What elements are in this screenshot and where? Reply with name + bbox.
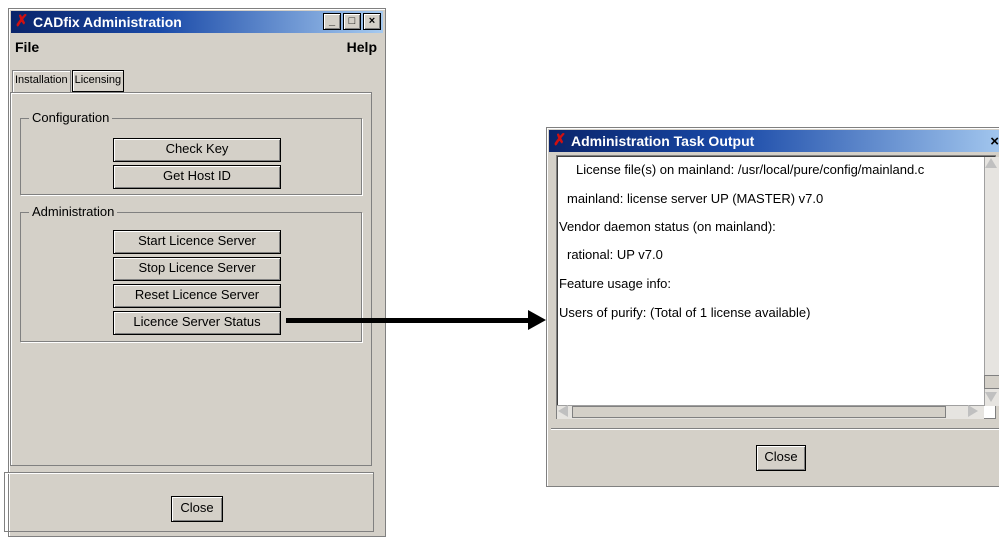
maximize-button[interactable]: □ <box>343 13 361 30</box>
scroll-left-icon[interactable] <box>558 405 568 417</box>
horizontal-scroll-thumb[interactable] <box>572 406 946 418</box>
window-controls: _ □ × <box>323 13 381 30</box>
title-bar[interactable]: ✗ CADfix Administration _ □ × <box>11 11 383 33</box>
minimize-button[interactable]: _ <box>323 13 341 30</box>
scroll-up-icon[interactable] <box>985 158 997 168</box>
reset-licence-server-button[interactable]: Reset Licence Server <box>113 284 281 308</box>
administration-label: Administration <box>29 204 118 219</box>
output-line: rational: UP v7.0 <box>567 247 663 262</box>
scroll-right-icon[interactable] <box>968 405 978 417</box>
output-text-area[interactable]: License file(s) on mainland: /usr/local/… <box>556 155 996 419</box>
menu-help[interactable]: Help <box>347 39 377 55</box>
output-line: Vendor daemon status (on mainland): <box>559 219 776 234</box>
output-close-icon[interactable]: × <box>990 133 999 150</box>
app-icon: ✗ <box>553 132 567 149</box>
check-key-button[interactable]: Check Key <box>113 138 281 162</box>
stop-licence-server-button[interactable]: Stop Licence Server <box>113 257 281 281</box>
output-title-bar[interactable]: ✗ Administration Task Output × <box>549 130 999 152</box>
output-line: Users of purify: (Total of 1 license ava… <box>559 305 811 320</box>
configuration-label: Configuration <box>29 110 113 125</box>
output-line: mainland: license server UP (MASTER) v7.… <box>567 191 824 206</box>
output-window-title: Administration Task Output <box>571 133 755 149</box>
tab-installation[interactable]: Installation <box>12 70 71 92</box>
licence-server-status-button[interactable]: Licence Server Status <box>113 311 281 335</box>
vertical-scroll-thumb[interactable] <box>984 375 999 389</box>
app-icon: ✗ <box>15 13 29 30</box>
menu-bar: File Help <box>11 35 383 59</box>
arrow-right-icon <box>286 318 534 323</box>
get-host-id-button[interactable]: Get Host ID <box>113 165 281 189</box>
tab-licensing[interactable]: Licensing <box>71 70 125 92</box>
admin-close-button[interactable]: Close <box>171 496 223 522</box>
output-line: Feature usage info: <box>559 276 672 291</box>
tab-strip: Installation Licensing <box>12 70 125 92</box>
window-title: CADfix Administration <box>33 14 182 30</box>
arrow-head-icon <box>528 310 546 330</box>
output-close-button[interactable]: Close <box>756 445 806 471</box>
menu-file[interactable]: File <box>15 39 39 55</box>
output-line: License file(s) on mainland: /usr/local/… <box>576 162 925 177</box>
close-window-button[interactable]: × <box>363 13 381 30</box>
vertical-scrollbar[interactable] <box>984 157 999 406</box>
scroll-down-icon[interactable] <box>985 392 997 402</box>
start-licence-server-button[interactable]: Start Licence Server <box>113 230 281 254</box>
